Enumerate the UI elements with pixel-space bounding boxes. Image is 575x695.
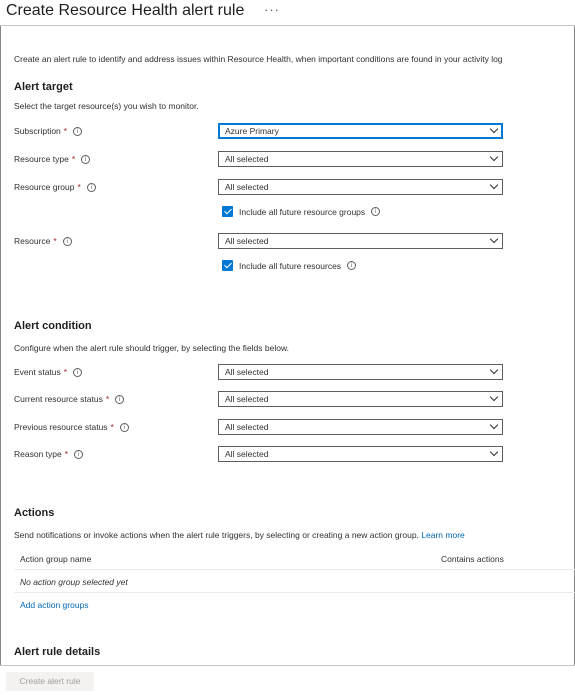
resource-group-dropdown[interactable]: All selected <box>218 179 503 195</box>
learn-more-link[interactable]: Learn more <box>421 530 464 540</box>
alert-rule-details-heading: Alert rule details <box>14 646 101 658</box>
add-action-groups-link[interactable]: Add action groups <box>20 600 89 610</box>
required-marker: * <box>110 422 114 432</box>
column-header-contains-actions[interactable]: Contains actions <box>441 554 504 564</box>
subscription-label: Subscription * i <box>14 126 83 136</box>
info-icon[interactable]: i <box>115 394 125 404</box>
current-status-label-text: Current resource status <box>14 394 103 404</box>
info-icon[interactable]: i <box>119 422 129 432</box>
intro-text: Create an alert rule to identify and add… <box>14 54 503 64</box>
include-future-resources-checkbox[interactable] <box>222 260 233 271</box>
actions-description-text: Send notifications or invoke actions whe… <box>14 530 419 540</box>
subscription-dropdown[interactable]: Azure Primary <box>218 123 503 139</box>
current-status-value: All selected <box>225 394 269 404</box>
subscription-value: Azure Primary <box>225 126 279 136</box>
info-icon[interactable]: i <box>73 367 83 377</box>
include-future-groups-row[interactable]: Include all future resource groups i <box>222 206 381 217</box>
subscription-label-text: Subscription <box>14 126 61 136</box>
alert-target-heading: Alert target <box>14 81 73 93</box>
info-icon[interactable]: i <box>347 261 357 270</box>
chevron-down-icon <box>489 124 499 134</box>
resource-type-dropdown[interactable]: All selected <box>218 151 503 167</box>
actions-heading: Actions <box>14 507 55 519</box>
previous-status-value: All selected <box>225 422 269 432</box>
current-status-label: Current resource status * i <box>14 394 125 404</box>
resource-label: Resource * i <box>14 236 72 246</box>
info-icon[interactable]: i <box>81 154 91 164</box>
page-title: Create Resource Health alert rule <box>6 2 245 19</box>
resource-label-text: Resource <box>14 236 51 246</box>
event-status-label: Event status * i <box>14 367 83 377</box>
resource-value: All selected <box>225 236 269 246</box>
resource-type-label-text: Resource type <box>14 154 69 164</box>
resource-type-label: Resource type * i <box>14 154 91 164</box>
footer-bar: Create alert rule <box>0 665 575 695</box>
chevron-down-icon <box>489 420 499 430</box>
chevron-down-icon <box>489 234 499 244</box>
reason-type-label-text: Reason type <box>14 449 62 459</box>
chevron-down-icon <box>489 365 499 375</box>
resource-group-label: Resource group * i <box>14 182 96 192</box>
empty-row-text: No action group selected yet <box>20 577 128 587</box>
action-groups-table-header: Action group name Contains actions <box>14 548 575 570</box>
title-bar: Create Resource Health alert rule ··· <box>0 0 575 26</box>
event-status-dropdown[interactable]: All selected <box>218 364 503 380</box>
previous-status-dropdown[interactable]: All selected <box>218 419 503 435</box>
chevron-down-icon <box>489 392 499 402</box>
event-status-label-text: Event status <box>14 367 61 377</box>
previous-status-label: Previous resource status * i <box>14 422 129 432</box>
required-marker: * <box>63 126 68 136</box>
previous-status-label-text: Previous resource status <box>14 422 108 432</box>
required-marker: * <box>71 154 76 164</box>
required-marker: * <box>64 449 69 459</box>
include-future-groups-label: Include all future resource groups <box>239 206 366 217</box>
info-icon[interactable]: i <box>73 126 83 136</box>
event-status-value: All selected <box>225 367 269 377</box>
info-icon[interactable]: i <box>371 207 381 216</box>
reason-type-label: Reason type * i <box>14 449 84 459</box>
info-icon[interactable]: i <box>74 449 84 459</box>
include-future-resources-label: Include all future resources <box>239 260 342 271</box>
alert-target-description: Select the target resource(s) you wish t… <box>14 101 199 111</box>
resource-group-label-text: Resource group <box>14 182 75 192</box>
chevron-down-icon <box>489 447 499 457</box>
required-marker: * <box>63 367 68 377</box>
more-options-icon[interactable]: ··· <box>264 2 280 17</box>
resource-group-value: All selected <box>225 182 269 192</box>
chevron-down-icon <box>489 180 499 190</box>
required-marker: * <box>53 236 57 246</box>
required-marker: * <box>77 182 81 192</box>
chevron-down-icon <box>489 152 499 162</box>
actions-description: Send notifications or invoke actions whe… <box>14 530 465 540</box>
info-icon[interactable]: i <box>86 182 96 192</box>
column-header-action-group-name[interactable]: Action group name <box>20 554 91 564</box>
reason-type-dropdown[interactable]: All selected <box>218 446 503 462</box>
table-row: No action group selected yet <box>14 571 575 593</box>
include-future-resources-row[interactable]: Include all future resources i <box>222 260 357 271</box>
current-status-dropdown[interactable]: All selected <box>218 391 503 407</box>
required-marker: * <box>105 394 110 404</box>
create-alert-rule-button[interactable]: Create alert rule <box>6 672 94 691</box>
alert-condition-description: Configure when the alert rule should tri… <box>14 343 289 353</box>
resource-type-value: All selected <box>225 154 269 164</box>
alert-condition-heading: Alert condition <box>14 320 92 332</box>
reason-type-value: All selected <box>225 449 269 459</box>
include-future-groups-checkbox[interactable] <box>222 206 233 217</box>
info-icon[interactable]: i <box>62 236 72 246</box>
resource-dropdown[interactable]: All selected <box>218 233 503 249</box>
